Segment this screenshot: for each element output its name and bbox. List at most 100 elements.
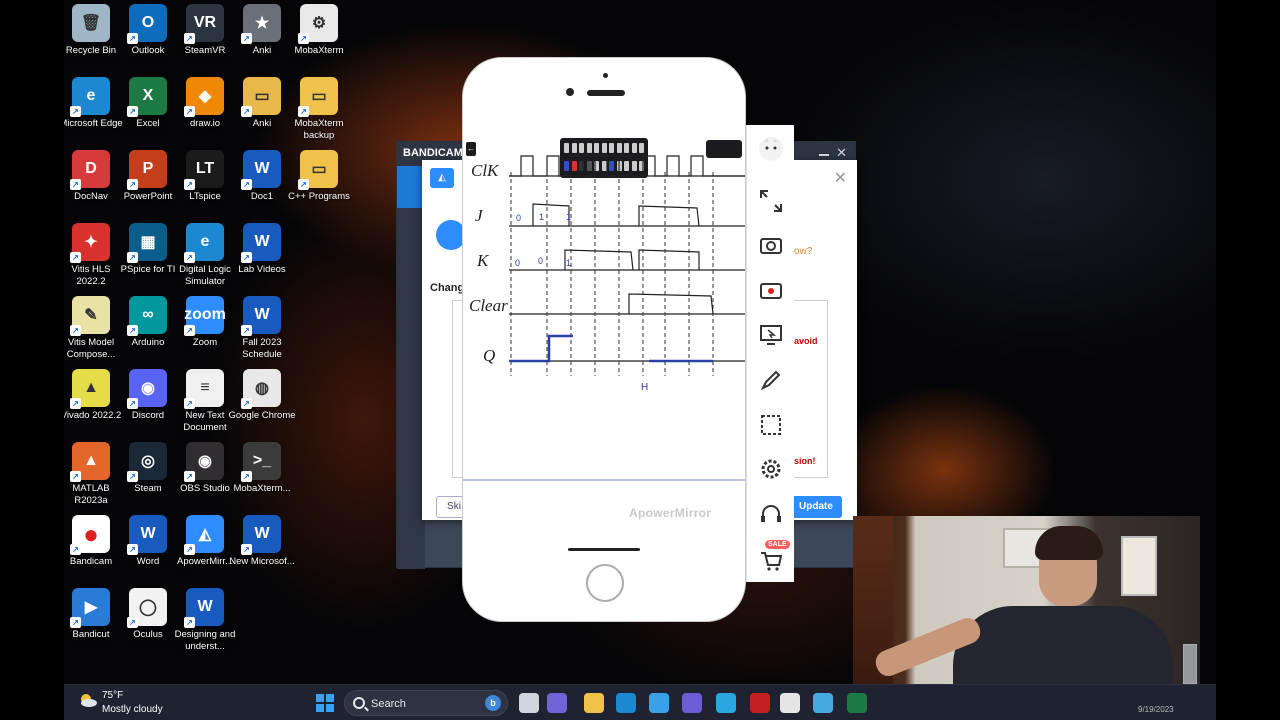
start-button-icon[interactable]: [315, 693, 335, 713]
desktop-icon-label: MobaXterm...: [233, 483, 291, 494]
lab-videos-icon: W ↗: [241, 223, 281, 263]
desktop-icon-mobaxterm[interactable]: ⚙ ↗ MobaXterm: [284, 4, 354, 57]
anki-icon: ★ ↗: [241, 4, 281, 44]
dialog-warning-text: avoid: [794, 336, 818, 346]
shortcut-arrow-icon: ↗: [70, 398, 81, 409]
taskbar-file-explorer-icon[interactable]: [584, 693, 604, 713]
annotation-2: 1: [566, 212, 571, 222]
shortcut-arrow-icon: ↗: [241, 106, 252, 117]
dialog-warning-text-2: sion!: [794, 456, 816, 466]
phone-speaker: [587, 90, 625, 96]
desktop-icon-label: New Microsof...: [229, 556, 295, 567]
annotation-4: 0: [538, 256, 543, 266]
shortcut-arrow-icon: ↗: [184, 252, 195, 263]
bandicut-icon: ▶ ↗: [70, 588, 110, 628]
taskbar-edge-icon[interactable]: [616, 693, 636, 713]
desktop-icon-fall-2023-schedule[interactable]: W ↗ Fall 2023 Schedule: [227, 296, 297, 361]
apowermirror-sidebar: SALE: [746, 125, 794, 582]
arduino-icon: ∞ ↗: [127, 296, 167, 336]
phone-camera: [603, 73, 608, 78]
desktop-icon-lab-videos[interactable]: W ↗ Lab Videos: [227, 223, 297, 276]
taskbar-media-player-icon[interactable]: [682, 693, 702, 713]
close-icon[interactable]: ✕: [836, 145, 847, 161]
taskbar-mcafee-icon[interactable]: [750, 693, 770, 713]
shortcut-arrow-icon: ↗: [184, 471, 195, 482]
taskbar-task-view-icon[interactable]: [519, 693, 539, 713]
select-icon[interactable]: [757, 411, 785, 439]
annotation-0: 0: [516, 213, 521, 223]
page-divider: [463, 479, 745, 481]
avatar[interactable]: [757, 135, 785, 163]
taskbar-teams-chat-icon[interactable]: [547, 693, 567, 713]
right-letterbox: [1216, 0, 1280, 720]
weather-description: Mostly cloudy: [102, 704, 163, 715]
webcam-person-hair: [1035, 526, 1103, 560]
screenshot-icon[interactable]: [757, 231, 785, 259]
desktop-icon-google-chrome[interactable]: ◍ ↗ Google Chrome: [227, 369, 297, 422]
phone-mirror[interactable]: ← ClK J K Clear Q 0 1 1 0 0 1 H ApowerMirror: [462, 57, 746, 622]
settings-icon[interactable]: [757, 455, 785, 483]
pen-icon[interactable]: [757, 366, 785, 394]
desktop-icon-label: MobaXterm backup: [294, 118, 344, 141]
shortcut-arrow-icon: ↗: [184, 106, 195, 117]
taskbar-search[interactable]: Search b: [344, 690, 508, 716]
expand-icon[interactable]: [757, 187, 785, 215]
taskbar-notepad-icon[interactable]: [813, 693, 833, 713]
desktop-icon-designing-and-underst[interactable]: W ↗ Designing and underst...: [170, 588, 240, 653]
left-letterbox: [0, 0, 64, 720]
shortcut-arrow-icon: ↗: [70, 179, 81, 190]
cloud-icon: [81, 694, 97, 707]
powerpoint-icon: P ↗: [127, 150, 167, 190]
digital-logic-simulator-icon: e ↗: [184, 223, 224, 263]
shortcut-arrow-icon: ↗: [70, 106, 81, 117]
shortcut-arrow-icon: ↗: [127, 617, 138, 628]
cart-icon[interactable]: [757, 547, 785, 575]
shortcut-arrow-icon: ↗: [70, 252, 81, 263]
shortcut-arrow-icon: ↗: [241, 179, 252, 190]
zoom-icon: zoom ↗: [184, 296, 226, 336]
shortcut-arrow-icon: ↗: [298, 33, 309, 44]
signal-label-3: Clear: [469, 296, 508, 315]
support-icon[interactable]: [757, 501, 785, 529]
ltspice-icon: LT ↗: [184, 150, 224, 190]
desktop-icon-c-programs[interactable]: ▭ ↗ C++ Programs: [284, 150, 354, 203]
bing-icon[interactable]: b: [485, 695, 501, 711]
taskbar-clock[interactable]: 9/19/2023: [1138, 705, 1174, 714]
apowermirr-icon: ◭ ↗: [184, 515, 224, 555]
webcam-overlay: [853, 516, 1200, 684]
update-button[interactable]: Update: [790, 496, 842, 518]
dialog-close-icon[interactable]: ✕: [834, 168, 847, 188]
phone-sensor: [566, 88, 574, 96]
desktop-icon-new-microsof[interactable]: W ↗ New Microsof...: [227, 515, 297, 568]
taskbar-cortana-icon[interactable]: [716, 693, 736, 713]
desktop-icon-mobaxterm-backup[interactable]: ▭ ↗ MobaXterm backup: [284, 77, 354, 142]
vivado-2022-2-icon: ▲ ↗: [70, 369, 110, 409]
desktop-icon-label: Designing and underst...: [174, 629, 236, 652]
taskbar-store-icon[interactable]: [649, 693, 669, 713]
shortcut-arrow-icon: ↗: [298, 179, 309, 190]
desktop-icon-label: Lab Videos: [238, 264, 286, 275]
webcam-person-torso: [953, 606, 1173, 684]
webcam-shelf: [1121, 536, 1157, 596]
shortcut-arrow-icon: ↗: [184, 33, 195, 44]
doc1-icon: W ↗: [241, 150, 281, 190]
home-button[interactable]: [586, 564, 624, 602]
taskbar-excel-icon[interactable]: [847, 693, 867, 713]
weather-widget[interactable]: 75°F Mostly cloudy: [76, 688, 186, 718]
annotation-3: 0: [515, 258, 520, 268]
weather-temperature: 75°F: [102, 690, 124, 701]
minimize-icon[interactable]: [819, 154, 829, 156]
cast-icon[interactable]: [757, 321, 785, 349]
apowermirror-logo-icon: ◭: [430, 168, 454, 188]
shortcut-arrow-icon: ↗: [127, 544, 138, 555]
desktop-icon-label: C++ Programs: [288, 191, 350, 202]
taskbar-snipping-tool-icon[interactable]: [780, 693, 800, 713]
desktop-icon-label: Google Chrome: [228, 410, 296, 421]
microsoft-edge-icon: e ↗: [70, 77, 110, 117]
desktop-icon-mobaxterm[interactable]: >_ ↗ MobaXterm...: [227, 442, 297, 495]
webcam-glass: [1183, 644, 1197, 684]
shortcut-arrow-icon: ↗: [127, 325, 138, 336]
shortcut-arrow-icon: ↗: [184, 617, 195, 628]
signal-label-2: K: [476, 251, 490, 270]
record-icon[interactable]: [757, 276, 785, 304]
